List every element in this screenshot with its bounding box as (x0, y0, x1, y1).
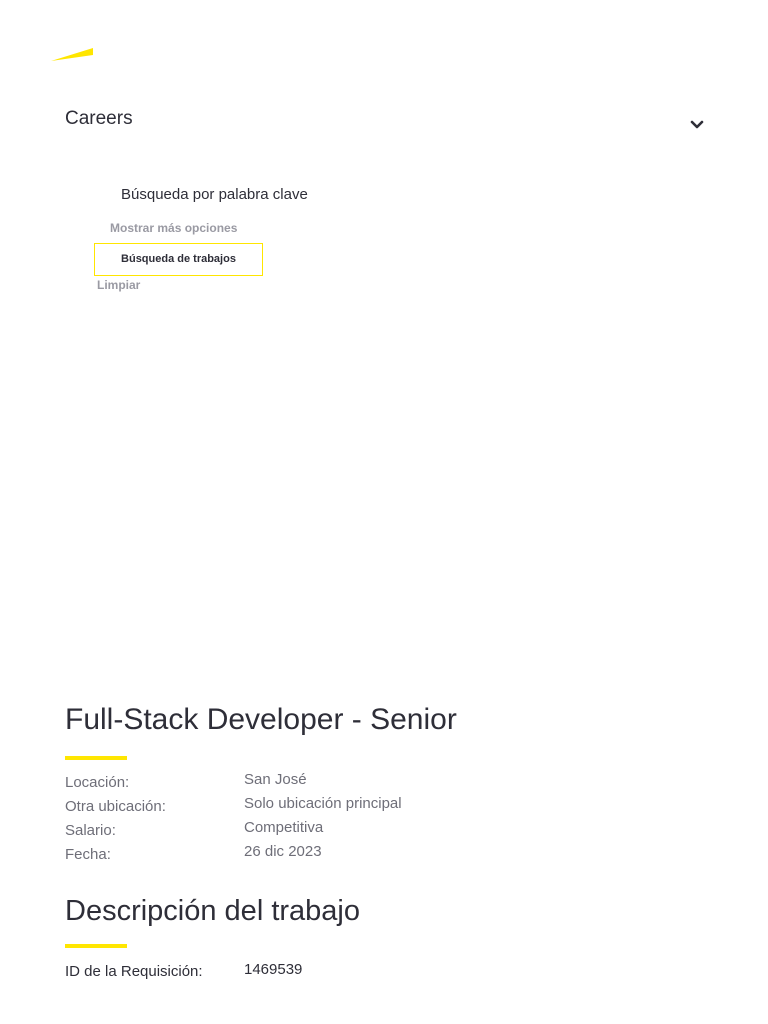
chevron-down-icon[interactable] (689, 118, 705, 132)
requisition-id: 1469539 (244, 961, 303, 978)
detail-value: San José (244, 771, 307, 788)
detail-value: 26 dic 2023 (244, 843, 322, 860)
detail-label: Locación: (65, 774, 130, 791)
detail-value: Solo ubicación principal (244, 795, 402, 812)
detail-row-salary: Salario: Competitiva (65, 819, 665, 843)
job-search-button[interactable]: Búsqueda de trabajos (94, 243, 263, 276)
job-details: Locación: San José Otra ubicación: Solo … (65, 771, 665, 867)
detail-label: Salario: (65, 822, 116, 839)
page: Careers Búsqueda por palabra clave Mostr… (0, 0, 768, 1024)
job-description-heading: Descripción del trabajo (65, 895, 360, 927)
careers-nav-bar[interactable]: Careers (65, 106, 705, 136)
description-underline (65, 944, 127, 948)
keyword-search-label: Búsqueda por palabra clave (121, 186, 308, 203)
detail-label: Otra ubicación: (65, 798, 166, 815)
careers-nav-label: Careers (65, 108, 133, 129)
more-options-link[interactable]: Mostrar más opciones (110, 221, 237, 235)
ey-logo[interactable] (50, 46, 94, 62)
clear-link[interactable]: Limpiar (97, 278, 140, 292)
detail-row-location: Locación: San José (65, 771, 665, 795)
detail-value: Competitiva (244, 819, 324, 836)
ey-beam-logo-icon (51, 48, 93, 61)
detail-row-other-location: Otra ubicación: Solo ubicación principal (65, 795, 665, 819)
requisition-label: ID de la Requisición: (65, 963, 203, 980)
job-title: Full-Stack Developer - Senior (65, 703, 457, 736)
title-underline (65, 756, 127, 760)
detail-label: Fecha: (65, 846, 111, 863)
detail-row-date: Fecha: 26 dic 2023 (65, 843, 665, 867)
